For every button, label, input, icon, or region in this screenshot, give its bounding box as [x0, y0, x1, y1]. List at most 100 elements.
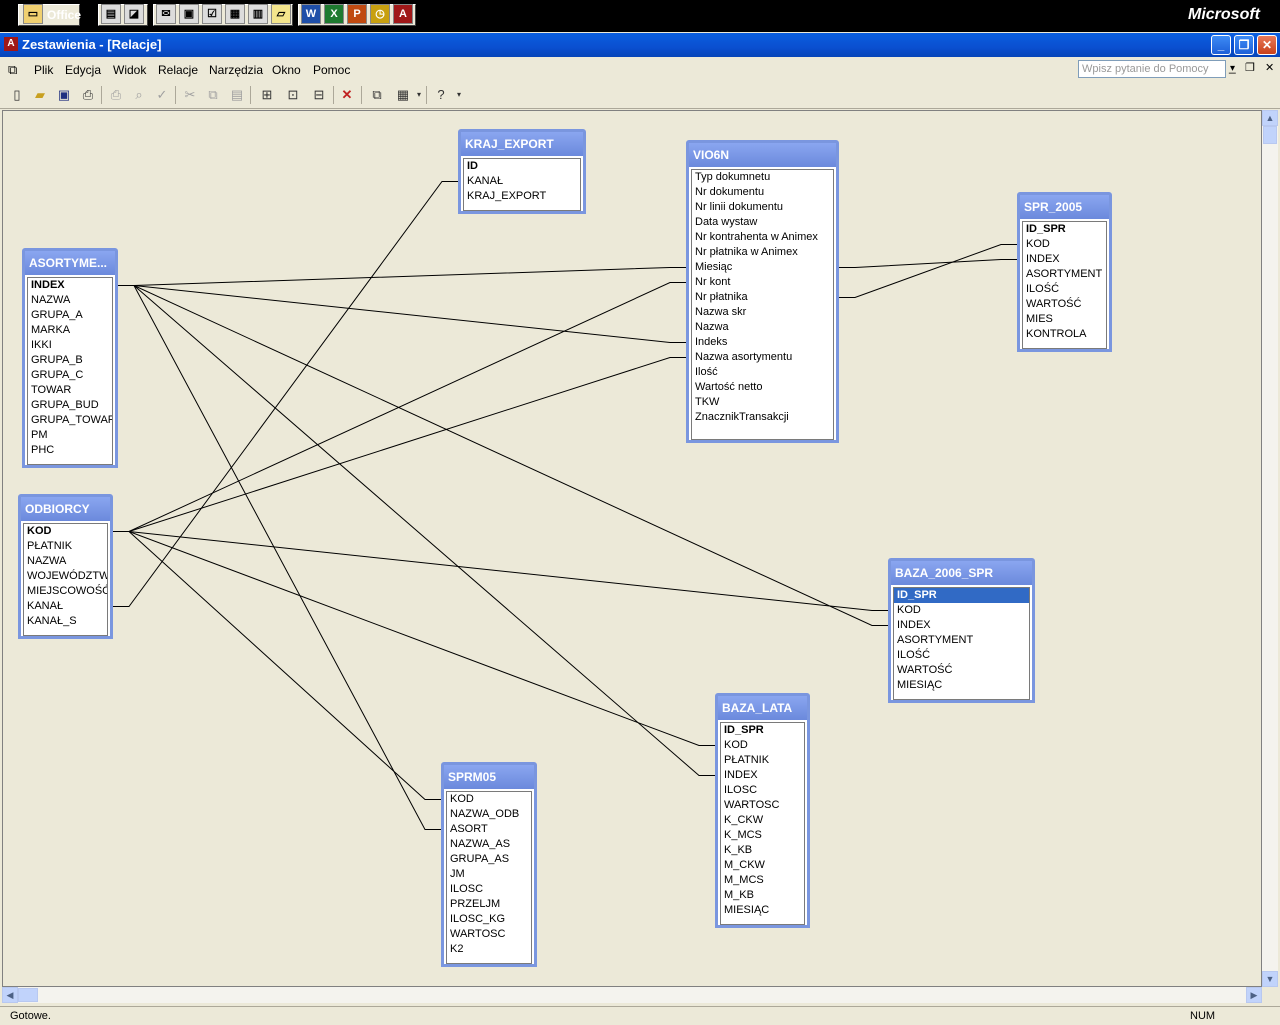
menu-widok[interactable]: Widok	[113, 63, 146, 77]
field-row[interactable]: NAZWA	[28, 293, 112, 308]
field-row[interactable]: WARTOŚĆ	[1023, 297, 1106, 312]
print-icon[interactable]: ⎙	[107, 86, 125, 104]
field-row[interactable]: NAZWA_AS	[447, 837, 531, 852]
vertical-scroll-thumb[interactable]	[1263, 126, 1277, 144]
field-row[interactable]: Nr linii dokumentu	[692, 200, 833, 215]
table-title[interactable]: BAZA_LATA	[718, 696, 807, 720]
table-vio[interactable]: VIO6N Typ dokumnetu Nr dokumentu Nr linii d…	[686, 140, 839, 443]
field-row[interactable]: Nazwa skr	[692, 305, 833, 320]
window-icon[interactable]: ▣	[179, 4, 199, 24]
field-row[interactable]: ID	[464, 159, 580, 174]
field-row[interactable]: PM	[28, 428, 112, 443]
table-sprm05[interactable]: SPRM05 KOD NAZWA_ODB ASORT NAZWA_AS GRUPA_AS J…	[441, 762, 537, 967]
field-list[interactable]: KODPŁATNIKNAZWAWOJEWÓDZTWOMIEJSCOWOŚĆKAN…	[23, 523, 108, 636]
scroll-right-button[interactable]: ▶	[1246, 987, 1262, 1003]
window-title-bar[interactable]: A Zestawienia - [Relacje] _ ❐ ✕	[0, 33, 1280, 57]
table-title[interactable]: ASORTYME...	[25, 251, 115, 275]
field-row[interactable]: ASORT	[447, 822, 531, 837]
field-row[interactable]: PRZELJM	[447, 897, 531, 912]
table-title[interactable]: SPR_2005	[1020, 195, 1109, 219]
field-row[interactable]: PŁATNIK	[721, 753, 804, 768]
table-kraj[interactable]: KRAJ_EXPORT ID KANAŁ KRAJ_EXPORT	[458, 129, 586, 214]
relationships-doc-icon[interactable]: ⧉	[8, 62, 17, 78]
field-row[interactable]: INDEX	[721, 768, 804, 783]
scroll-down-button[interactable]: ▼	[1262, 971, 1278, 987]
field-row[interactable]: K2	[447, 942, 531, 957]
vertical-scrollbar[interactable]: ▲ ▼	[1262, 110, 1278, 987]
field-row[interactable]: MIESIĄC	[721, 903, 804, 918]
field-row[interactable]: ID_SPR	[1023, 222, 1106, 237]
field-list[interactable]: INDEX NAZWA GRUPA_A MARKA IKKI GRUPA_B GRUPA_C…	[27, 277, 113, 465]
delete-icon[interactable]: ✕	[338, 86, 356, 104]
field-row[interactable]: INDEX	[894, 618, 1029, 633]
table-title[interactable]: ODBIORCY	[21, 497, 110, 521]
field-row[interactable]: PŁATNIK	[24, 539, 107, 554]
toolbar-options-icon[interactable]: ▾	[450, 86, 468, 104]
field-row[interactable]: WARTOSC	[447, 927, 531, 942]
access-app-icon[interactable]: A	[4, 37, 18, 51]
close-button[interactable]: ✕	[1257, 35, 1277, 55]
field-row[interactable]: ILOSC	[721, 783, 804, 798]
field-row[interactable]: GRUPA_AS	[447, 852, 531, 867]
horizontal-scrollbar[interactable]: ◀ ▶	[2, 987, 1262, 1003]
field-row[interactable]: GRUPA_TOWAR	[28, 413, 112, 428]
field-list[interactable]: Typ dokumnetu Nr dokumentu Nr linii dokume…	[691, 169, 834, 440]
field-row[interactable]: Data wystaw	[692, 215, 833, 230]
field-row[interactable]: WARTOŚĆ	[894, 663, 1029, 678]
field-row[interactable]: TOWAR	[28, 383, 112, 398]
table-asort[interactable]: ASORTYME... INDEX NAZWA GRUPA_A MARKA IKKI GRU…	[22, 248, 118, 468]
contacts-icon[interactable]: ▦	[225, 4, 245, 24]
doc-close-button[interactable]: ✕	[1265, 61, 1274, 74]
field-row[interactable]: Nr kontrahenta w Animex	[692, 230, 833, 245]
mail-icon[interactable]: ✉	[156, 4, 176, 24]
preview-icon[interactable]: ⌕	[130, 86, 148, 104]
scroll-up-button[interactable]: ▲	[1262, 110, 1278, 126]
table-title[interactable]: SPRM05	[444, 765, 534, 789]
field-row[interactable]: Typ dokumnetu	[692, 170, 833, 185]
field-row[interactable]: WOJEWÓDZTWO	[24, 569, 107, 584]
field-row[interactable]: K_MCS	[721, 828, 804, 843]
field-row[interactable]: Miesiąc	[692, 260, 833, 275]
paint-icon[interactable]: ◪	[124, 4, 144, 24]
show-direct-icon[interactable]: ⊡	[284, 86, 302, 104]
minimize-button[interactable]: _	[1211, 35, 1231, 55]
help-question-input[interactable]: Wpisz pytanie do Pomocy	[1078, 60, 1226, 78]
show-table-icon[interactable]: ⊞	[258, 86, 276, 104]
table-baza2006[interactable]: BAZA_2006_SPR ID_SPR KOD INDEX ASORTYMENT ILO…	[888, 558, 1035, 703]
field-row[interactable]: IKKI	[28, 338, 112, 353]
field-row[interactable]: KANAŁ	[464, 174, 580, 189]
menu-edycja[interactable]: Edycja	[65, 63, 101, 77]
table-spr2005[interactable]: SPR_2005 ID_SPR KOD INDEX ASORTYMENT ILOŚĆ WAR…	[1017, 192, 1112, 352]
table-title[interactable]: VIO6N	[689, 143, 836, 167]
field-row[interactable]: JM	[447, 867, 531, 882]
field-row[interactable]: KONTROLA	[1023, 327, 1106, 342]
field-row[interactable]: ID_SPR	[894, 588, 1029, 603]
field-row[interactable]: Nr dokumentu	[692, 185, 833, 200]
help-icon[interactable]: ?	[432, 86, 450, 104]
open-icon[interactable]: ▰	[31, 86, 49, 104]
field-row[interactable]: NAZWA	[24, 554, 107, 569]
field-row[interactable]: Nazwa asortymentu	[692, 350, 833, 365]
restore-button[interactable]: ❐	[1234, 35, 1254, 55]
field-row[interactable]: KOD	[721, 738, 804, 753]
task-icon[interactable]: ☑	[202, 4, 222, 24]
new-icon[interactable]: ▯	[8, 86, 26, 104]
field-row[interactable]: MIESIĄC	[894, 678, 1029, 693]
field-row[interactable]: Nazwa	[692, 320, 833, 335]
field-row[interactable]: PHC	[28, 443, 112, 458]
field-row[interactable]: Nr płatnika	[692, 290, 833, 305]
field-row[interactable]: M_KB	[721, 888, 804, 903]
field-row[interactable]: ASORTYMENT	[894, 633, 1029, 648]
field-row[interactable]: KANAŁ	[24, 599, 107, 614]
menu-okno[interactable]: Okno	[272, 63, 301, 77]
field-row[interactable]: WARTOSC	[721, 798, 804, 813]
field-row[interactable]: ZnacznikTransakcji	[692, 410, 833, 425]
field-row[interactable]: ILOŚĆ	[894, 648, 1029, 663]
menu-plik[interactable]: Plik	[34, 63, 53, 77]
field-row[interactable]: INDEX	[1023, 252, 1106, 267]
field-row[interactable]: ILOSC	[447, 882, 531, 897]
menu-narzedzia[interactable]: Narzędzia	[209, 63, 263, 77]
table-bazalata[interactable]: BAZA_LATA ID_SPR KOD PŁATNIK INDEX ILOSC WARTO…	[715, 693, 810, 928]
field-row[interactable]: M_CKW	[721, 858, 804, 873]
field-row[interactable]: GRUPA_A	[28, 308, 112, 323]
